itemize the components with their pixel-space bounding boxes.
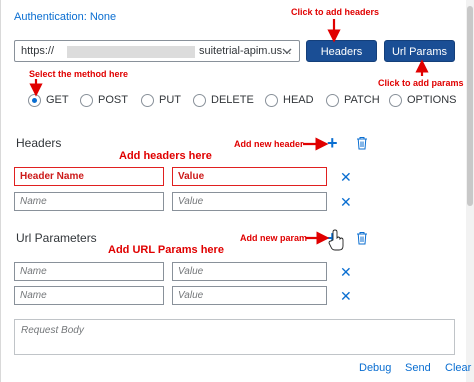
method-label: DELETE bbox=[211, 94, 254, 106]
header-value-field[interactable]: Value bbox=[172, 192, 327, 211]
add-param-icon[interactable]: + bbox=[327, 229, 338, 247]
url-redacted bbox=[67, 46, 195, 58]
headers-button[interactable]: Headers bbox=[306, 40, 377, 62]
annotation-click-headers: Click to add headers bbox=[291, 7, 380, 17]
url-prefix: https:// bbox=[21, 45, 55, 57]
annotation-add-url-params-here: Add URL Params here bbox=[108, 244, 224, 256]
radio-patch[interactable] bbox=[326, 94, 339, 107]
method-label: PATCH bbox=[344, 94, 380, 106]
send-button[interactable]: Send bbox=[405, 362, 431, 374]
debug-button[interactable]: Debug bbox=[359, 362, 391, 374]
radio-head[interactable] bbox=[265, 94, 278, 107]
header-name-field[interactable]: Name bbox=[14, 192, 164, 211]
annotation-add-new-header: Add new header bbox=[234, 139, 304, 149]
trash-icon[interactable] bbox=[356, 231, 368, 245]
add-header-icon[interactable]: + bbox=[327, 134, 338, 152]
radio-get[interactable] bbox=[28, 94, 41, 107]
scrollbar-thumb[interactable] bbox=[467, 6, 473, 206]
chevron-down-icon[interactable] bbox=[280, 44, 294, 58]
url-suffix: suitetrial-apim.us... bbox=[199, 45, 292, 57]
annotation-click-params: Click to add params bbox=[378, 78, 464, 88]
radio-delete[interactable] bbox=[193, 94, 206, 107]
remove-param-icon[interactable]: ✕ bbox=[340, 289, 352, 303]
authentication-link[interactable]: Authentication: None bbox=[14, 11, 116, 23]
param-name-field[interactable]: Name bbox=[14, 262, 164, 281]
url-params-button[interactable]: Url Params bbox=[384, 40, 455, 62]
method-label: POST bbox=[98, 94, 128, 106]
clear-button[interactable]: Clear bbox=[445, 362, 471, 374]
trash-icon[interactable] bbox=[356, 136, 368, 150]
method-label: OPTIONS bbox=[407, 94, 457, 106]
header-name-field[interactable]: Header Name bbox=[14, 167, 164, 186]
header-value-field[interactable]: Value bbox=[172, 167, 327, 186]
url-params-title: Url Parameters bbox=[16, 231, 97, 245]
annotation-add-headers-here: Add headers here bbox=[119, 150, 212, 162]
param-name-field[interactable]: Name bbox=[14, 286, 164, 305]
radio-post[interactable] bbox=[80, 94, 93, 107]
annotation-add-new-param: Add new param bbox=[240, 233, 308, 243]
annotation-select-method: Select the method here bbox=[29, 69, 129, 79]
method-label: GET bbox=[46, 94, 69, 106]
remove-param-icon[interactable]: ✕ bbox=[340, 265, 352, 279]
method-label: HEAD bbox=[283, 94, 314, 106]
radio-put[interactable] bbox=[141, 94, 154, 107]
scrollbar[interactable] bbox=[466, 0, 474, 382]
url-select[interactable]: https:// suitetrial-apim.us... bbox=[14, 40, 300, 62]
param-value-field[interactable]: Value bbox=[172, 262, 327, 281]
param-value-field[interactable]: Value bbox=[172, 286, 327, 305]
remove-header-icon[interactable]: ✕ bbox=[340, 195, 352, 209]
headers-title: Headers bbox=[16, 136, 62, 150]
remove-header-icon[interactable]: ✕ bbox=[340, 170, 352, 184]
request-body-textarea[interactable]: Request Body bbox=[14, 319, 455, 355]
method-label: PUT bbox=[159, 94, 181, 106]
radio-options[interactable] bbox=[389, 94, 402, 107]
